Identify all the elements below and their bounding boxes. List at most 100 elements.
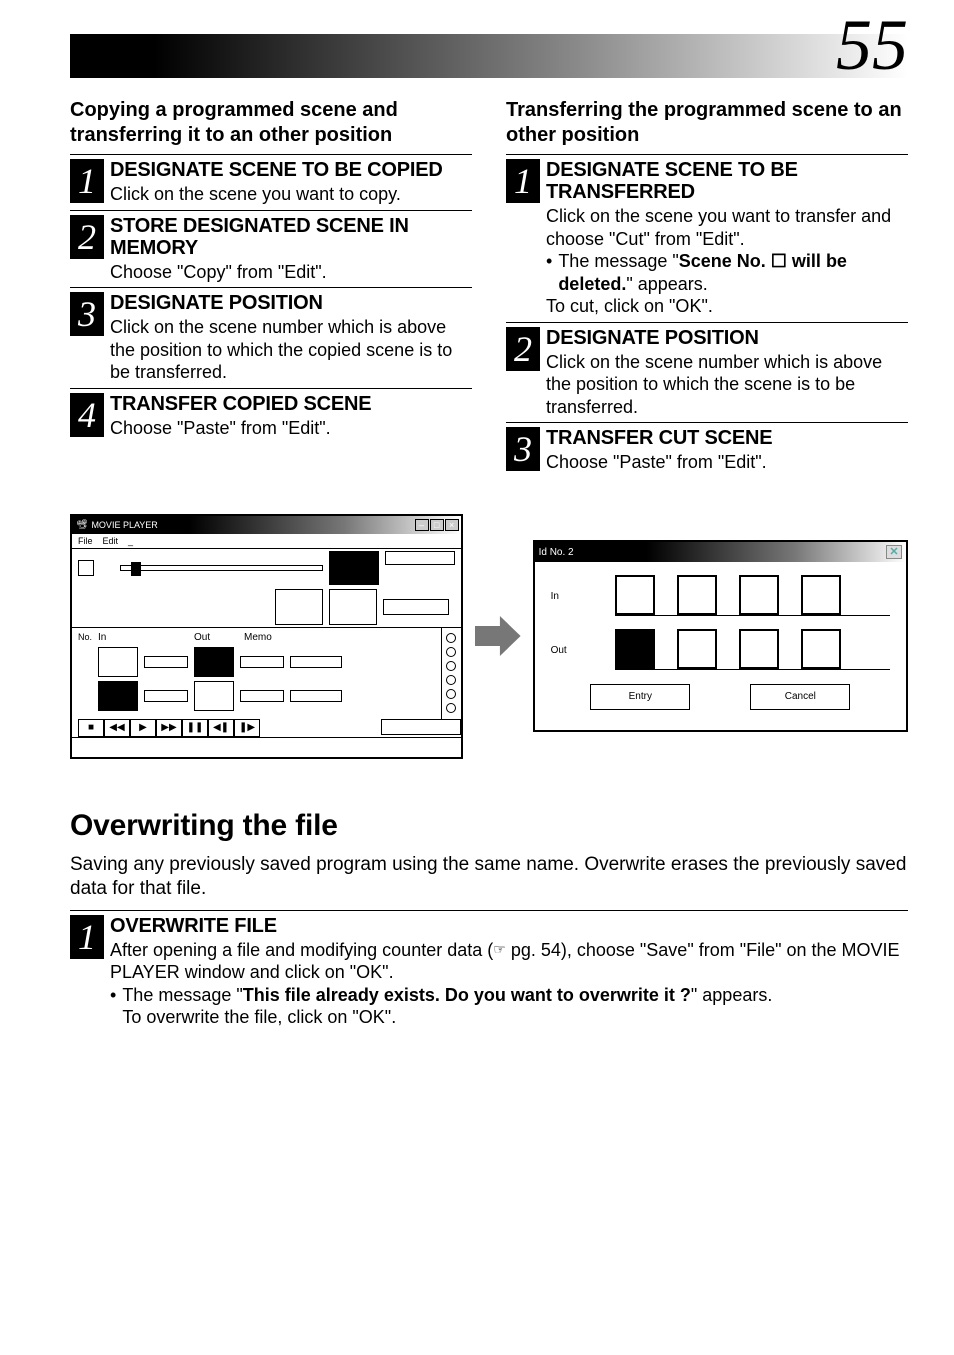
id-row-label: Out [551, 645, 601, 656]
step-body: Click on the scene number which is above… [546, 351, 908, 419]
step-body: After opening a file and modifying count… [110, 939, 908, 984]
rewind-button[interactable]: ◀◀ [104, 719, 130, 737]
menu-file[interactable]: File [78, 536, 93, 546]
right-lead: Transferring the programmed scene to an … [506, 98, 908, 148]
out-counter[interactable] [240, 690, 284, 702]
step-title: DESIGNATE POSITION [546, 327, 908, 349]
step-body: Choose "Paste" from "Edit". [546, 451, 908, 474]
step-body: Choose "Copy" from "Edit". [110, 261, 472, 284]
overwrite-lead: Saving any previously saved program usin… [70, 853, 908, 902]
id-cell[interactable] [677, 575, 717, 615]
id-titlebar: Id No. 2 ✕ [535, 542, 906, 562]
step-number: 2 [70, 215, 104, 259]
entry-button[interactable]: Entry [590, 684, 690, 710]
col-out: Out [194, 632, 238, 643]
arrow-right-icon [475, 616, 521, 656]
window-title: MOVIE PLAYER [91, 520, 157, 530]
step-number: 3 [506, 427, 540, 471]
step-title: OVERWRITE FILE [110, 915, 908, 937]
out-counter[interactable] [240, 656, 284, 668]
bullet-dot: • [546, 250, 552, 295]
step-title: DESIGNATE SCENE TO BE COPIED [110, 159, 472, 181]
stop-button[interactable]: ■ [78, 719, 104, 737]
step-number: 1 [70, 159, 104, 203]
id-cell[interactable] [615, 575, 655, 615]
id-cell[interactable] [677, 629, 717, 669]
table-row[interactable] [78, 647, 435, 677]
stepfwd-button[interactable]: ❚▶ [234, 719, 260, 737]
id-row-label: In [551, 591, 601, 602]
table-row[interactable] [78, 681, 435, 711]
step-title: TRANSFER CUT SCENE [546, 427, 908, 449]
left-column: Copying a programmed scene and transferr… [70, 98, 472, 474]
id-cell[interactable] [801, 629, 841, 669]
memo-field[interactable] [290, 656, 342, 668]
minimize-button[interactable]: – [415, 519, 429, 531]
transport-bar: ■ ◀◀ ▶ ▶▶ ❚❚ ◀❚ ❚▶ [72, 719, 461, 737]
bullet-text: The message "Scene No. ☐ will be deleted… [558, 250, 908, 295]
cancel-button[interactable]: Cancel [750, 684, 850, 710]
step-number: 4 [70, 393, 104, 437]
close-button[interactable]: × [445, 519, 459, 531]
counter [385, 551, 455, 565]
step-number: 3 [70, 292, 104, 336]
step-body: Click on the scene you want to copy. [110, 183, 472, 206]
bullet-dot: • [110, 984, 116, 1029]
scroll-stop[interactable] [446, 689, 456, 699]
step-after: To cut, click on "OK". [546, 295, 908, 318]
pause-button[interactable]: ❚❚ [182, 719, 208, 737]
menu-edit[interactable]: Edit [103, 536, 119, 546]
header-band [70, 34, 908, 78]
scrollbar[interactable] [441, 628, 461, 719]
ff-button[interactable]: ▶▶ [156, 719, 182, 737]
memo-field[interactable] [290, 690, 342, 702]
scene-thumb[interactable] [194, 681, 234, 711]
illustration-row: 📽 MOVIE PLAYER – □ × File Edit _ [70, 514, 908, 759]
bullet-text: The message "This file already exists. D… [122, 984, 772, 1029]
titlebar: 📽 MOVIE PLAYER – □ × [72, 516, 461, 534]
slider[interactable] [120, 565, 323, 571]
scroll-stop[interactable] [446, 675, 456, 685]
in-counter[interactable] [144, 690, 188, 702]
counter [383, 599, 449, 615]
scroll-stop[interactable] [446, 661, 456, 671]
status-bar [72, 737, 461, 757]
scene-thumb[interactable] [98, 647, 138, 677]
step-title: DESIGNATE SCENE TO BE TRANSFERRED [546, 159, 908, 203]
id-cell[interactable] [739, 575, 779, 615]
maximize-button[interactable]: □ [430, 519, 444, 531]
id-cell[interactable] [801, 575, 841, 615]
thumb-box [329, 589, 377, 625]
scene-thumb[interactable] [194, 647, 234, 677]
scroll-stop[interactable] [446, 633, 456, 643]
id-cell-dark[interactable] [615, 629, 655, 669]
step-title: DESIGNATE POSITION [110, 292, 472, 314]
overwrite-section: Overwriting the file Saving any previous… [70, 809, 908, 1029]
slider-thumb[interactable] [131, 562, 141, 576]
play-button[interactable]: ▶ [130, 719, 156, 737]
stepback-button[interactable]: ◀❚ [208, 719, 234, 737]
menu-other[interactable]: _ [128, 536, 133, 546]
step-title: STORE DESIGNATED SCENE IN MEMORY [110, 215, 472, 259]
step-body: Click on the scene you want to transfer … [546, 205, 908, 250]
scroll-stop[interactable] [446, 647, 456, 657]
thumb-box [275, 589, 323, 625]
step-body: Click on the scene number which is above… [110, 316, 472, 384]
overwrite-heading: Overwriting the file [70, 809, 908, 843]
in-counter[interactable] [144, 656, 188, 668]
page-number: 55 [836, 4, 908, 87]
close-icon[interactable]: ✕ [886, 545, 902, 559]
scene-thumb[interactable] [98, 681, 138, 711]
scroll-stop[interactable] [446, 703, 456, 713]
step-number: 1 [70, 915, 104, 959]
movie-player-window: 📽 MOVIE PLAYER – □ × File Edit _ [70, 514, 463, 759]
transport-counter [381, 719, 461, 735]
id-cell[interactable] [739, 629, 779, 669]
power-button[interactable] [78, 560, 94, 576]
id-title-text: Id No. 2 [539, 547, 574, 558]
id-window: Id No. 2 ✕ In Out [533, 540, 908, 732]
right-column: Transferring the programmed scene to an … [506, 98, 908, 474]
step-number: 2 [506, 327, 540, 371]
col-memo: Memo [244, 632, 435, 643]
ref-icon: ☞ [493, 941, 506, 959]
